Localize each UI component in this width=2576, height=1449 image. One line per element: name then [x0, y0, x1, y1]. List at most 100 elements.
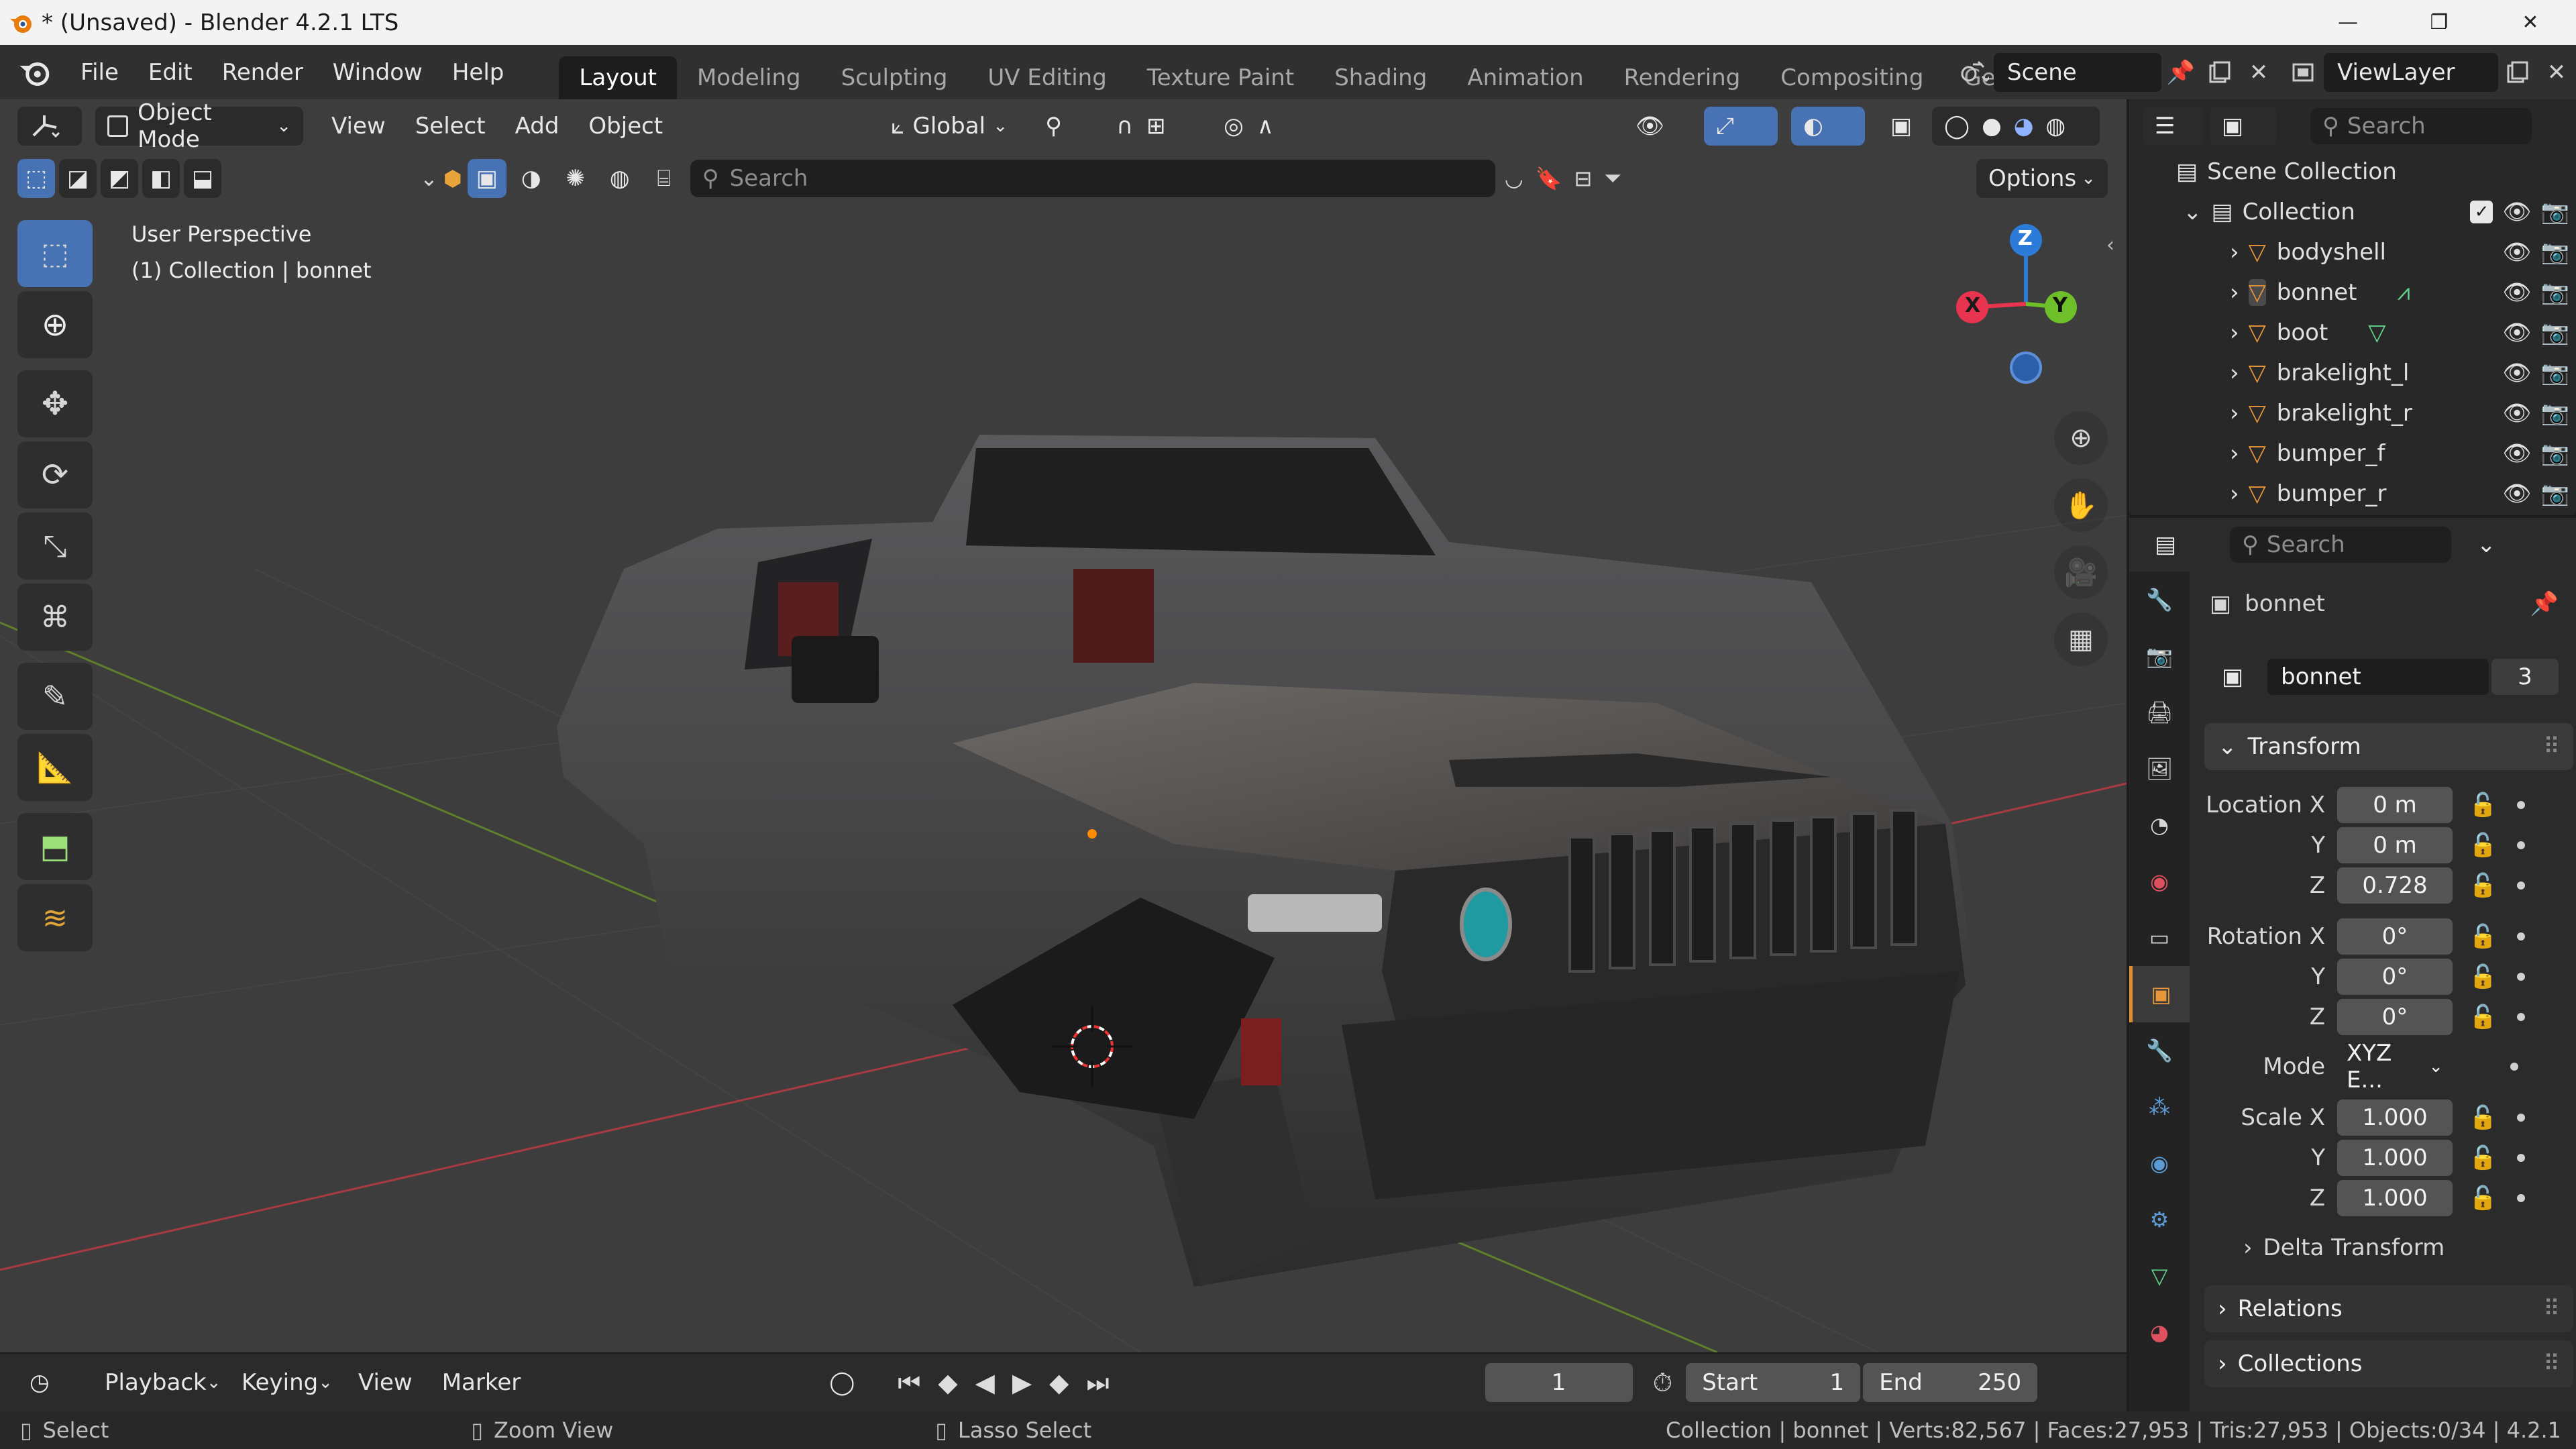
outliner-row-object[interactable]: › ▽ boot ▽ 👁 📷	[2129, 313, 2576, 353]
chevron-down-icon[interactable]: ⌄	[420, 166, 438, 191]
add-cube-tool[interactable]: ⬒	[17, 813, 93, 880]
new-scene-icon[interactable]	[2200, 53, 2239, 92]
tab-uv-editing[interactable]: UV Editing	[967, 56, 1126, 99]
scene-name-field[interactable]: Scene	[1994, 52, 2161, 92]
outliner-row-scene-collection[interactable]: ▤ Scene Collection	[2129, 152, 2576, 192]
marker-menu[interactable]: Marker	[427, 1369, 536, 1396]
tab-modeling[interactable]: Modeling	[677, 56, 821, 99]
select-subtract-icon[interactable]: ◩	[101, 158, 138, 198]
grease-pencil-tool[interactable]: ≋	[17, 884, 93, 951]
display-mode-dropdown[interactable]: ▣	[2210, 107, 2277, 146]
scale-x-field[interactable]: 1.000	[2337, 1099, 2453, 1136]
zoom-icon[interactable]: ⊕	[2054, 411, 2108, 465]
chevron-right-icon[interactable]: ›	[2230, 319, 2239, 346]
delta-transform-subpanel[interactable]: › Delta Transform	[2243, 1234, 2445, 1261]
options-dropdown[interactable]: Options ⌄	[1976, 158, 2108, 198]
outliner-search-field[interactable]: ⚲ Search	[2310, 108, 2532, 144]
end-frame-field[interactable]: End 250	[1863, 1363, 2038, 1402]
keyframe-dot-icon[interactable]	[2517, 1013, 2526, 1021]
cursor-tool[interactable]: ⊕	[17, 291, 93, 358]
material-tab-icon[interactable]: ◕	[2129, 1304, 2190, 1360]
chevron-right-icon[interactable]: ›	[2230, 440, 2239, 467]
data-tab-icon[interactable]: ▽	[2129, 1248, 2190, 1304]
properties-options-dropdown[interactable]: ⌄	[2465, 525, 2512, 564]
visibility-dropdown[interactable]: 👁	[1623, 107, 1690, 146]
eye-icon[interactable]: 👁	[2502, 199, 2531, 225]
close-button[interactable]: ✕	[2485, 0, 2576, 45]
select-extend-icon[interactable]: ◪	[59, 158, 97, 198]
drag-handle-icon[interactable]: ⠿	[2543, 1295, 2560, 1322]
camera-icon[interactable]: 📷	[2541, 239, 2569, 266]
rotate-tool[interactable]: ⟳	[17, 441, 93, 508]
eye-icon[interactable]: 👁	[2502, 480, 2531, 507]
move-tool[interactable]: ✥	[17, 370, 93, 437]
chevron-right-icon[interactable]: ›	[2230, 480, 2239, 507]
collections-panel-header[interactable]: › Collections ⠿	[2204, 1340, 2573, 1387]
scene-browse-icon[interactable]	[1955, 53, 1994, 92]
outliner-row-object[interactable]: › ▽ bodyshell 👁 📷	[2129, 232, 2576, 272]
object-name-field[interactable]: bonnet	[2267, 659, 2489, 695]
object-tab-icon[interactable]: ▣	[2129, 966, 2190, 1022]
overlays-toggle[interactable]: ◐	[1791, 107, 1865, 146]
select-invert-icon[interactable]: ◧	[142, 158, 180, 198]
camera-icon[interactable]: 📷	[2541, 199, 2569, 225]
current-frame-field[interactable]: 1	[1485, 1363, 1633, 1402]
timeline-editor-type-button[interactable]: ◷	[17, 1363, 82, 1402]
outliner-row-object[interactable]: › ▽ brakelight_l 👁 📷	[2129, 353, 2576, 393]
chevron-right-icon[interactable]: ›	[2230, 239, 2239, 266]
play-reverse-icon[interactable]: ◀	[975, 1368, 995, 1398]
material-shading-icon[interactable]: ◕	[2014, 113, 2034, 140]
particles-tab-icon[interactable]: ⁂	[2129, 1079, 2190, 1135]
keyframe-dot-icon[interactable]	[2517, 801, 2526, 809]
mesh-data-icon[interactable]: ⩘	[2398, 279, 2410, 306]
keyframe-dot-icon[interactable]	[2510, 1063, 2518, 1071]
filter-camera-icon[interactable]: ⌸	[645, 159, 684, 198]
lock-icon[interactable]: 🔓	[2469, 832, 2497, 859]
wireframe-shading-icon[interactable]: ◯	[1944, 113, 1970, 140]
curve-icon[interactable]: ◡	[1505, 166, 1523, 191]
tab-sculpting[interactable]: Sculpting	[821, 56, 968, 99]
tab-texture-paint[interactable]: Texture Paint	[1127, 56, 1314, 99]
delete-scene-icon[interactable]: ✕	[2239, 53, 2278, 92]
menu-render[interactable]: Render	[207, 52, 318, 93]
annotate-tool[interactable]: ✎	[17, 663, 93, 730]
tab-shading[interactable]: Shading	[1314, 56, 1447, 99]
render-tab-icon[interactable]: 📷	[2129, 628, 2190, 684]
outliner-row-collection[interactable]: ⌄ ▤ Collection ✓ 👁 📷	[2129, 192, 2576, 232]
chevron-down-icon[interactable]: ⌄	[2183, 199, 2202, 225]
playback-menu[interactable]: Playback ⌄	[93, 1363, 224, 1402]
view-layer-tab-icon[interactable]: 🖼	[2129, 741, 2190, 797]
menu-file[interactable]: File	[66, 52, 133, 93]
viewport-search-field[interactable]: ⚲ Search	[690, 159, 1495, 197]
filter-material-icon[interactable]: ◑	[512, 159, 551, 198]
ortho-grid-icon[interactable]: ▦	[2054, 612, 2108, 666]
menu-window[interactable]: Window	[318, 52, 437, 93]
3d-viewport[interactable]: Z Y X Object Mode ⌄ View Select Add Obje…	[0, 99, 2127, 1352]
drag-handle-icon[interactable]: ⠿	[2543, 1350, 2560, 1377]
select-box-tool[interactable]: ⬚	[17, 220, 93, 287]
checkbox-icon[interactable]: ✓	[2470, 201, 2493, 223]
shading-modes[interactable]: ◯ ● ◕ ◍	[1932, 107, 2100, 146]
rotation-y-field[interactable]: 0°	[2337, 959, 2453, 995]
location-z-field[interactable]: 0.728	[2337, 867, 2453, 904]
measure-tool[interactable]: 📐	[17, 734, 93, 801]
camera-icon[interactable]: 📷	[2541, 440, 2569, 467]
transform-orientation-dropdown[interactable]: ⟀ Global ⌄	[879, 107, 1020, 146]
keyframe-dot-icon[interactable]	[2517, 1114, 2526, 1122]
stopwatch-icon[interactable]: ⏱	[1653, 1368, 1673, 1398]
outliner-row-object[interactable]: › ▽ bonnet ⩘ 👁 📷	[2129, 272, 2576, 313]
lock-icon[interactable]: 🔓	[2469, 1004, 2497, 1030]
rotation-z-field[interactable]: 0°	[2337, 999, 2453, 1035]
proportional-editing-toggle[interactable]: ◎ ∧	[1212, 107, 1299, 146]
constraints-tab-icon[interactable]: ⚙	[2129, 1191, 2190, 1248]
camera-view-icon[interactable]: 🎥	[2054, 545, 2108, 599]
minimize-button[interactable]: —	[2302, 0, 2394, 45]
lock-icon[interactable]: 🔓	[2469, 923, 2497, 950]
start-frame-field[interactable]: Start 1	[1686, 1363, 1861, 1402]
filter-mesh-icon[interactable]: ▣	[467, 158, 506, 198]
properties-search-field[interactable]: ⚲ Search	[2230, 527, 2451, 563]
pivot-point-dropdown[interactable]: ⚲	[1033, 107, 1097, 146]
keying-menu[interactable]: Keying ⌄	[229, 1363, 343, 1402]
lock-icon[interactable]: 🔓	[2469, 1144, 2497, 1171]
filter-light-icon[interactable]: ✺	[556, 159, 595, 198]
